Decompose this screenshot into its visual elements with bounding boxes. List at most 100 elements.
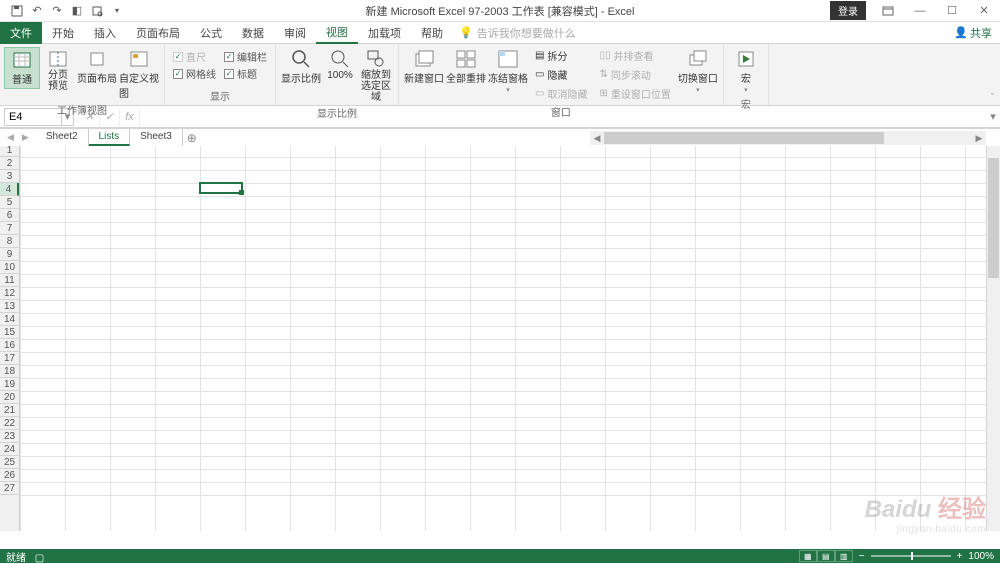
- headings-checkbox[interactable]: ✓标题: [224, 66, 267, 81]
- normal-view-label: 普通: [12, 71, 32, 86]
- row-header-24[interactable]: 24: [0, 443, 19, 456]
- row-header-11[interactable]: 11: [0, 274, 19, 287]
- maximize-icon[interactable]: ☐: [936, 0, 968, 22]
- ribbon-options-icon[interactable]: [872, 0, 904, 22]
- row-header-2[interactable]: 2: [0, 157, 19, 170]
- page-layout-status-icon[interactable]: ▤: [817, 550, 835, 562]
- qat-dropdown-icon[interactable]: ▾: [108, 2, 126, 20]
- switch-windows-button[interactable]: 切换窗口▾: [677, 47, 719, 96]
- sheet-tab-lists[interactable]: Lists: [89, 129, 131, 146]
- custom-views-button[interactable]: 自定义视图: [118, 47, 160, 102]
- horizontal-scroll-thumb[interactable]: [604, 132, 884, 144]
- tab-4[interactable]: 数据: [232, 22, 274, 44]
- cells-area[interactable]: [20, 144, 986, 531]
- macro-record-icon[interactable]: ▢: [35, 553, 44, 564]
- sheet-nav[interactable]: ◀▶: [0, 132, 36, 143]
- arrange-all-button[interactable]: 全部重排: [445, 47, 487, 87]
- redo-icon[interactable]: ↷: [48, 2, 66, 20]
- row-header-3[interactable]: 3: [0, 170, 19, 183]
- hide-button[interactable]: ▭隐藏: [533, 66, 589, 83]
- close-icon[interactable]: ✕: [968, 0, 1000, 22]
- print-preview-icon[interactable]: [88, 2, 106, 20]
- normal-view-icon: [12, 50, 32, 70]
- freeze-panes-button[interactable]: 冻结窗格▾: [487, 47, 529, 96]
- row-header-21[interactable]: 21: [0, 404, 19, 417]
- gridlines-checkbox[interactable]: ✓网格线: [173, 66, 216, 81]
- split-button[interactable]: ▤拆分: [533, 47, 589, 64]
- row-header-4[interactable]: 4: [0, 183, 19, 196]
- zoom-in-icon[interactable]: +: [957, 551, 963, 562]
- row-header-19[interactable]: 19: [0, 378, 19, 391]
- hscroll-right-icon[interactable]: ▶: [972, 133, 986, 144]
- row-header-7[interactable]: 7: [0, 222, 19, 235]
- formula-bar-checkbox[interactable]: ✓编辑栏: [224, 49, 267, 64]
- sheet-tab-sheet3[interactable]: Sheet3: [130, 129, 183, 146]
- zoom-selection-button[interactable]: 缩放到 选定区域: [358, 47, 394, 105]
- row-header-13[interactable]: 13: [0, 300, 19, 313]
- share-button[interactable]: 👤共享: [954, 25, 992, 41]
- tab-file[interactable]: 文件: [0, 22, 42, 44]
- row-header-12[interactable]: 12: [0, 287, 19, 300]
- row-headers[interactable]: 1234567891011121314151617181920212223242…: [0, 144, 20, 531]
- sheet-tab-sheet2[interactable]: Sheet2: [36, 129, 89, 146]
- row-header-15[interactable]: 15: [0, 326, 19, 339]
- group-window: 新建窗口 全部重排 冻结窗格▾ ▤拆分 ▭隐藏 ▭取消隐藏 ▯▯并排查看 ⇅同步…: [399, 44, 724, 105]
- page-break-button[interactable]: 分页 预览: [40, 47, 76, 94]
- normal-view-button[interactable]: 普通: [4, 47, 40, 89]
- sheet-nav-next-icon[interactable]: ▶: [19, 132, 32, 143]
- zoom-100-button[interactable]: 100%: [322, 47, 358, 83]
- macros-button[interactable]: 宏▾: [728, 47, 764, 96]
- vertical-scroll-thumb[interactable]: [988, 158, 999, 278]
- row-header-8[interactable]: 8: [0, 235, 19, 248]
- add-sheet-button[interactable]: ⊕: [183, 131, 201, 145]
- zoom-level[interactable]: 100%: [968, 551, 994, 562]
- row-header-14[interactable]: 14: [0, 313, 19, 326]
- page-layout-button[interactable]: 页面布局: [76, 47, 118, 87]
- touch-mode-icon[interactable]: ◧: [68, 2, 86, 20]
- tab-2[interactable]: 页面布局: [126, 22, 190, 44]
- page-break-status-icon[interactable]: ▥: [835, 550, 853, 562]
- tab-0[interactable]: 开始: [42, 22, 84, 44]
- row-header-10[interactable]: 10: [0, 261, 19, 274]
- horizontal-scrollbar[interactable]: ◀ ▶: [590, 131, 986, 145]
- zoom-slider[interactable]: [871, 555, 951, 557]
- row-header-27[interactable]: 27: [0, 482, 19, 495]
- save-icon[interactable]: [8, 2, 26, 20]
- sheet-nav-prev-icon[interactable]: ◀: [4, 132, 17, 143]
- tab-5[interactable]: 审阅: [274, 22, 316, 44]
- page-layout-icon: [87, 49, 107, 69]
- row-header-18[interactable]: 18: [0, 365, 19, 378]
- tab-7[interactable]: 加载项: [358, 22, 411, 44]
- tab-6[interactable]: 视图: [316, 22, 358, 44]
- normal-view-status-icon[interactable]: ▦: [799, 550, 817, 562]
- new-window-button[interactable]: 新建窗口: [403, 47, 445, 87]
- row-header-22[interactable]: 22: [0, 417, 19, 430]
- row-header-26[interactable]: 26: [0, 469, 19, 482]
- ruler-checkbox: ✓直尺: [173, 49, 216, 64]
- row-header-16[interactable]: 16: [0, 339, 19, 352]
- hscroll-left-icon[interactable]: ◀: [590, 133, 604, 144]
- tab-8[interactable]: 帮助: [411, 22, 453, 44]
- zoom-button[interactable]: 显示比例: [280, 47, 322, 87]
- tab-3[interactable]: 公式: [190, 22, 232, 44]
- row-header-20[interactable]: 20: [0, 391, 19, 404]
- row-header-6[interactable]: 6: [0, 209, 19, 222]
- tab-1[interactable]: 插入: [84, 22, 126, 44]
- window-title: 新建 Microsoft Excel 97-2003 工作表 [兼容模式] - …: [366, 3, 635, 19]
- zoom-out-icon[interactable]: −: [859, 551, 865, 562]
- fill-handle[interactable]: [239, 190, 244, 195]
- minimize-icon[interactable]: —: [904, 0, 936, 22]
- expand-formula-bar-icon[interactable]: ▾: [986, 110, 1000, 123]
- login-button[interactable]: 登录: [830, 1, 866, 20]
- vertical-scrollbar[interactable]: [986, 144, 1000, 531]
- row-header-25[interactable]: 25: [0, 456, 19, 469]
- tell-me-box[interactable]: 💡告诉我你想要做什么: [459, 25, 576, 41]
- collapse-ribbon-icon[interactable]: ˇ: [991, 92, 994, 102]
- row-header-23[interactable]: 23: [0, 430, 19, 443]
- tell-me-text: 告诉我你想要做什么: [477, 25, 576, 41]
- row-header-5[interactable]: 5: [0, 196, 19, 209]
- row-header-9[interactable]: 9: [0, 248, 19, 261]
- row-header-17[interactable]: 17: [0, 352, 19, 365]
- active-cell[interactable]: [199, 182, 243, 194]
- undo-icon[interactable]: ↶: [28, 2, 46, 20]
